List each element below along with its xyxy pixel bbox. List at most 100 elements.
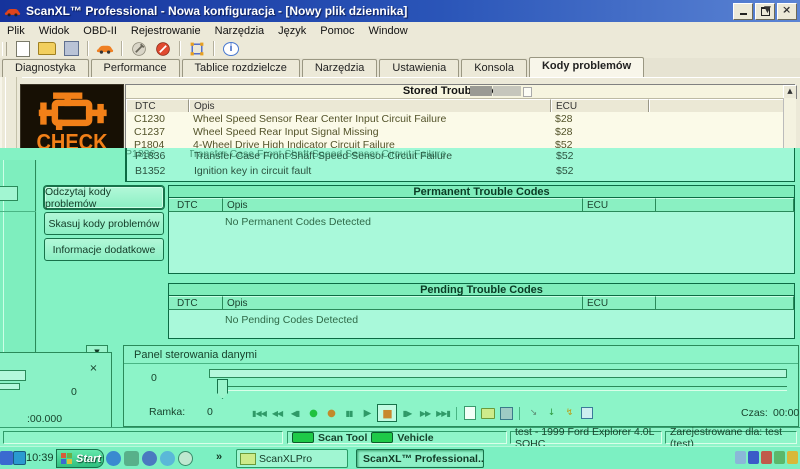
download-icon[interactable]: ↓ — [543, 406, 559, 421]
slider-rail[interactable] — [223, 386, 787, 391]
column-dtc[interactable]: DTC — [169, 296, 223, 309]
column-dtc[interactable]: DTC — [126, 99, 189, 112]
vehicle-icon[interactable] — [94, 40, 116, 57]
taskbar-clock: 10:39 — [26, 452, 54, 464]
tab-kody-problemow[interactable]: Kody problemów — [529, 57, 644, 77]
export-icon[interactable]: ↘ — [525, 406, 541, 421]
new-file-icon[interactable] — [12, 40, 34, 57]
stored-codes-table-green: P1836 P1836 Transfer Case Front Shaft Sp… — [125, 148, 795, 182]
stop-icon[interactable]: ■ — [377, 404, 397, 422]
column-opis[interactable]: Opis — [189, 99, 551, 112]
quicklaunch-overflow[interactable]: » — [216, 451, 222, 463]
app-car-icon — [4, 5, 21, 18]
additional-info-button[interactable]: Informacje dodatkowe — [44, 238, 164, 261]
stored-codes-title: Stored Trouble Codes — [126, 85, 794, 99]
quicklaunch-icon[interactable] — [178, 451, 193, 466]
column-opis[interactable]: Opis — [223, 198, 583, 211]
toolbar-separator — [87, 41, 89, 56]
column-opis[interactable]: Opis — [223, 296, 583, 309]
pending-codes-table: Pending Trouble Codes DTC Opis ECU No Pe… — [168, 283, 795, 339]
scrollbar-track[interactable] — [783, 98, 796, 148]
tray-icon[interactable] — [13, 451, 26, 465]
render-artifact — [523, 87, 532, 97]
fast-forward-icon[interactable]: ▶▶ — [417, 406, 433, 421]
save-log-icon[interactable] — [498, 406, 514, 421]
open-file-icon[interactable] — [36, 40, 58, 57]
pending-codes-title: Pending Trouble Codes — [168, 283, 795, 296]
menu-narzedzia[interactable]: Narzędzia — [208, 24, 272, 38]
permanent-codes-body: No Permanent Codes Detected — [168, 211, 795, 274]
menu-rejestrowanie[interactable]: Rejestrowanie — [124, 24, 208, 38]
close-icon[interactable]: × — [86, 362, 101, 376]
table-row[interactable]: P1836 P1836 Transfer Case Front Shaft Sp… — [127, 148, 794, 164]
tray-icon[interactable] — [774, 451, 785, 464]
dropdown-icon[interactable]: ▼ — [760, 3, 775, 17]
quicklaunch-icon[interactable] — [142, 451, 157, 466]
table-row[interactable]: C1230 Wheel Speed Sensor Rear Center Inp… — [126, 112, 794, 125]
record-orange-icon[interactable]: ● — [323, 406, 339, 421]
clear-codes-button[interactable]: Skasuj kody problemów — [44, 212, 164, 235]
menu-obdii[interactable]: OBD-II — [76, 24, 124, 38]
window-icon[interactable] — [579, 406, 595, 421]
menu-jezyk[interactable]: Język — [271, 24, 313, 38]
tray-icon[interactable] — [787, 451, 798, 464]
tray-icon[interactable] — [761, 451, 772, 464]
start-button[interactable]: Start — [56, 449, 104, 468]
taskbar-window-scanxlpro[interactable]: ScanXLPro — [236, 449, 348, 468]
dtc-value: C1237 — [126, 126, 189, 138]
play-icon[interactable]: ▶ — [359, 406, 375, 421]
column-dtc[interactable]: DTC — [169, 198, 223, 211]
column-blank[interactable] — [649, 99, 794, 112]
toolbar-separator — [213, 41, 215, 56]
skip-first-icon[interactable]: ▮◀◀ — [251, 406, 267, 421]
tray-icon[interactable] — [0, 451, 13, 465]
info-icon[interactable]: i — [220, 40, 242, 57]
step-forward-icon[interactable]: ▮▶ — [399, 406, 415, 421]
record-green-icon[interactable]: ● — [305, 406, 321, 421]
table-row[interactable]: C1237 Wheel Speed Rear Input Signal Miss… — [126, 125, 794, 138]
quicklaunch-icon[interactable] — [124, 451, 139, 466]
fragment-value: 0 — [71, 386, 77, 398]
dashboard-designer-icon[interactable] — [186, 40, 208, 57]
connect-icon[interactable] — [128, 40, 150, 57]
menu-widok[interactable]: Widok — [32, 24, 77, 38]
taskbar-window-scanxl[interactable]: ScanXL™ Professional... — [356, 449, 484, 468]
rewind-icon[interactable]: ◀◀ — [269, 406, 285, 421]
tab-ustawienia[interactable]: Ustawienia — [379, 59, 459, 77]
column-blank[interactable] — [656, 296, 794, 309]
step-back-icon[interactable]: ◀▮ — [287, 406, 303, 421]
tray-icon[interactable] — [748, 451, 759, 464]
tab-diagnostyka[interactable]: Diagnostyka — [2, 59, 89, 77]
table-row[interactable]: B1352 Ignition key in circuit fault $52 — [127, 164, 794, 177]
progress-track[interactable] — [209, 369, 787, 378]
menu-window[interactable]: Window — [362, 24, 415, 38]
quicklaunch-icon[interactable] — [106, 451, 121, 466]
skip-last-icon[interactable]: ▶▶▮ — [435, 406, 451, 421]
column-ecu[interactable]: ECU — [551, 99, 649, 112]
tray-icon[interactable] — [735, 451, 746, 464]
toolbar-grip[interactable] — [2, 42, 7, 56]
empty-message: No Pending Codes Detected — [225, 314, 358, 326]
flash-icon[interactable]: ↯ — [561, 406, 577, 421]
quicklaunch-icon[interactable] — [160, 451, 175, 466]
menu-pomoc[interactable]: Pomoc — [313, 24, 361, 38]
save-icon[interactable] — [60, 40, 82, 57]
column-ecu[interactable]: ECU — [583, 296, 656, 309]
column-ecu[interactable]: ECU — [583, 198, 656, 211]
tab-tablice-rozdzielcze[interactable]: Tablice rozdzielcze — [182, 59, 300, 77]
scroll-up-icon[interactable]: ▲ — [783, 85, 797, 99]
menu-plik[interactable]: Plik — [0, 24, 32, 38]
open-log-icon[interactable] — [480, 406, 496, 421]
slider-thumb[interactable] — [217, 379, 228, 399]
tab-strip: Diagnostyka Performance Tablice rozdziel… — [0, 58, 800, 77]
read-codes-button[interactable]: Odczytaj kody problemów — [44, 186, 164, 209]
tab-narzedzia[interactable]: Narzędzia — [302, 59, 378, 77]
minimize-icon[interactable] — [733, 3, 753, 20]
disconnect-icon[interactable] — [152, 40, 174, 57]
tab-performance[interactable]: Performance — [91, 59, 180, 77]
tab-konsola[interactable]: Konsola — [461, 59, 527, 77]
column-blank[interactable] — [656, 198, 794, 211]
pause-icon[interactable]: ▮▮ — [341, 406, 357, 421]
new-log-icon[interactable] — [462, 406, 478, 421]
close-tab-icon[interactable]: × — [779, 3, 794, 17]
